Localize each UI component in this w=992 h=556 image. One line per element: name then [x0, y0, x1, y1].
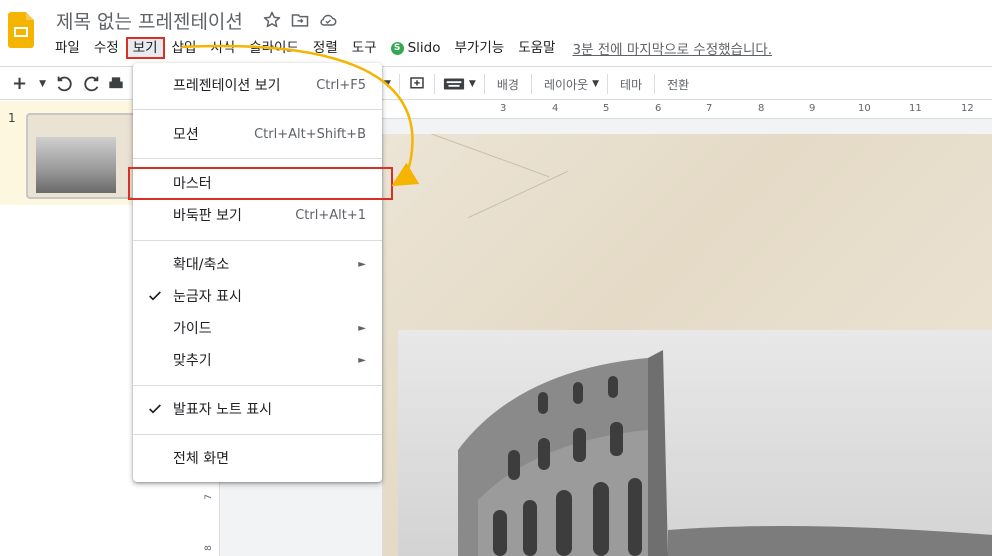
menu-separator	[133, 385, 382, 386]
redo-icon[interactable]	[80, 73, 102, 95]
toolbar-separator	[530, 74, 532, 94]
folder-move-icon[interactable]	[290, 10, 310, 30]
title-icons	[262, 10, 338, 30]
view-menu-dropdown: 프레젠테이션 보기 Ctrl+F5 모션 Ctrl+Alt+Shift+B 마스…	[133, 63, 382, 482]
slide-number: 1	[8, 111, 16, 125]
view-menu-zoom-label: 확대/축소	[173, 257, 230, 273]
h-ruler-tick: 3	[500, 103, 507, 114]
menu-help[interactable]: 도움말	[511, 37, 562, 59]
horizontal-ruler[interactable]: 3 4 5 6 7 8 9 10 11 12	[382, 101, 992, 119]
view-menu-fullscreen-label: 전체 화면	[173, 451, 229, 467]
view-menu-present-label: 프레젠테이션 보기	[173, 78, 281, 94]
toolbar-separator	[607, 74, 609, 94]
document-title[interactable]: 제목 없는 프레젠테이션	[56, 7, 243, 34]
check-icon	[149, 404, 161, 414]
toolbar-left: + ▼	[8, 67, 126, 101]
v-ruler-tick: 7	[203, 494, 214, 500]
submenu-arrow-icon: ►	[358, 258, 366, 270]
menu-tools[interactable]: 도구	[345, 37, 384, 59]
slides-app: 제목 없는 프레젠테이션 파일 수정 보기 삽입 서식 슬라이드 정렬 도구 S…	[0, 0, 992, 556]
new-slide-button[interactable]: +	[8, 67, 31, 101]
menu-insert[interactable]: 삽입	[165, 37, 204, 59]
toolbar-separator	[483, 74, 485, 94]
slides-logo-icon[interactable]	[8, 12, 34, 48]
comment-add-icon[interactable]	[408, 75, 426, 93]
print-icon[interactable]	[106, 74, 126, 94]
background-button[interactable]: 배경	[493, 76, 523, 93]
annotation-highlight-box	[128, 167, 393, 200]
menu-arrange[interactable]: 정렬	[306, 37, 345, 59]
menu-slide[interactable]: 슬라이드	[242, 37, 306, 59]
view-menu-snap-label: 맞추기	[173, 353, 212, 369]
layout-button[interactable]: 레이아웃	[540, 76, 592, 93]
menu-separator	[133, 434, 382, 435]
view-menu-speaker-notes[interactable]: 발표자 노트 표시	[133, 395, 382, 423]
menu-separator	[133, 240, 382, 241]
colosseum-image[interactable]	[398, 330, 992, 556]
menu-separator	[133, 158, 382, 159]
view-menu-grid-view-label: 바둑판 보기	[173, 208, 242, 224]
input-tools-dropdown-icon[interactable]: ▼	[469, 79, 476, 89]
menu-format[interactable]: 서식	[203, 37, 242, 59]
view-menu-grid-view-shortcut: Ctrl+Alt+1	[295, 207, 366, 223]
check-icon	[149, 291, 161, 301]
view-menu-speaker-notes-label: 발표자 노트 표시	[173, 402, 273, 418]
toolbar-separator	[398, 74, 400, 94]
h-ruler-tick: 8	[758, 103, 765, 114]
view-menu-fullscreen[interactable]: 전체 화면	[133, 444, 382, 472]
h-ruler-tick: 7	[706, 103, 713, 114]
toolbar-right: ▼ ▼ 배경 레이아웃 ▼ 테마 전환	[384, 67, 693, 101]
background-texture	[467, 170, 569, 219]
view-menu-show-ruler-label: 눈금자 표시	[173, 289, 242, 305]
h-ruler-tick: 4	[552, 103, 559, 114]
view-menu-motion[interactable]: 모션 Ctrl+Alt+Shift+B	[133, 120, 382, 148]
h-ruler-tick: 12	[961, 103, 974, 114]
h-ruler-tick: 6	[655, 103, 662, 114]
view-menu-grid-view[interactable]: 바둑판 보기 Ctrl+Alt+1	[133, 201, 382, 229]
view-menu-present[interactable]: 프레젠테이션 보기 Ctrl+F5	[133, 71, 382, 99]
star-icon[interactable]	[262, 10, 282, 30]
h-ruler-tick: 5	[603, 103, 610, 114]
keyboard-icon[interactable]	[443, 75, 465, 93]
view-menu-motion-label: 모션	[173, 127, 199, 143]
view-menu-zoom[interactable]: 확대/축소 ►	[133, 250, 382, 278]
h-ruler-tick: 10	[858, 103, 871, 114]
colosseum-drawing	[458, 350, 992, 556]
view-menu-show-ruler[interactable]: 눈금자 표시	[133, 282, 382, 310]
view-menu-guides-label: 가이드	[173, 321, 212, 337]
menu-addons[interactable]: 부가기능	[448, 37, 512, 59]
menu-view[interactable]: 보기	[125, 37, 165, 59]
h-ruler-tick: 9	[809, 103, 816, 114]
view-menu-present-shortcut: Ctrl+F5	[316, 77, 366, 93]
layout-dropdown-icon[interactable]: ▼	[592, 79, 599, 89]
line-dropdown-icon[interactable]: ▼	[384, 79, 391, 89]
menubar: 파일 수정 보기 삽입 서식 슬라이드 정렬 도구 S Slido 부가기능 도…	[48, 37, 772, 59]
menu-file[interactable]: 파일	[48, 37, 87, 59]
transition-button[interactable]: 전환	[663, 76, 693, 93]
menu-slido[interactable]: S Slido	[384, 37, 448, 59]
toolbar-separator	[433, 74, 435, 94]
submenu-arrow-icon: ►	[358, 354, 366, 366]
undo-icon[interactable]	[54, 73, 76, 95]
v-ruler-tick: 8	[203, 545, 214, 551]
thumbnail-colosseum-image	[36, 137, 116, 193]
cloud-status-icon[interactable]	[318, 10, 338, 30]
new-slide-dropdown-icon[interactable]: ▼	[35, 67, 50, 101]
view-menu-motion-shortcut: Ctrl+Alt+Shift+B	[254, 126, 366, 142]
view-menu-snap[interactable]: 맞추기 ►	[133, 346, 382, 374]
background-texture	[426, 134, 550, 178]
last-edit-link[interactable]: 3분 전에 마지막으로 수정했습니다.	[572, 38, 772, 58]
menu-slido-label: Slido	[407, 40, 441, 56]
view-menu-guides[interactable]: 가이드 ►	[133, 314, 382, 342]
h-ruler-tick: 11	[909, 103, 922, 114]
submenu-arrow-icon: ►	[358, 322, 366, 334]
menu-separator	[133, 109, 382, 110]
menu-edit[interactable]: 수정	[87, 37, 126, 59]
toolbar-separator	[654, 74, 656, 94]
slide-canvas[interactable]	[382, 134, 992, 556]
theme-button[interactable]: 테마	[616, 76, 646, 93]
slido-icon: S	[390, 41, 404, 55]
